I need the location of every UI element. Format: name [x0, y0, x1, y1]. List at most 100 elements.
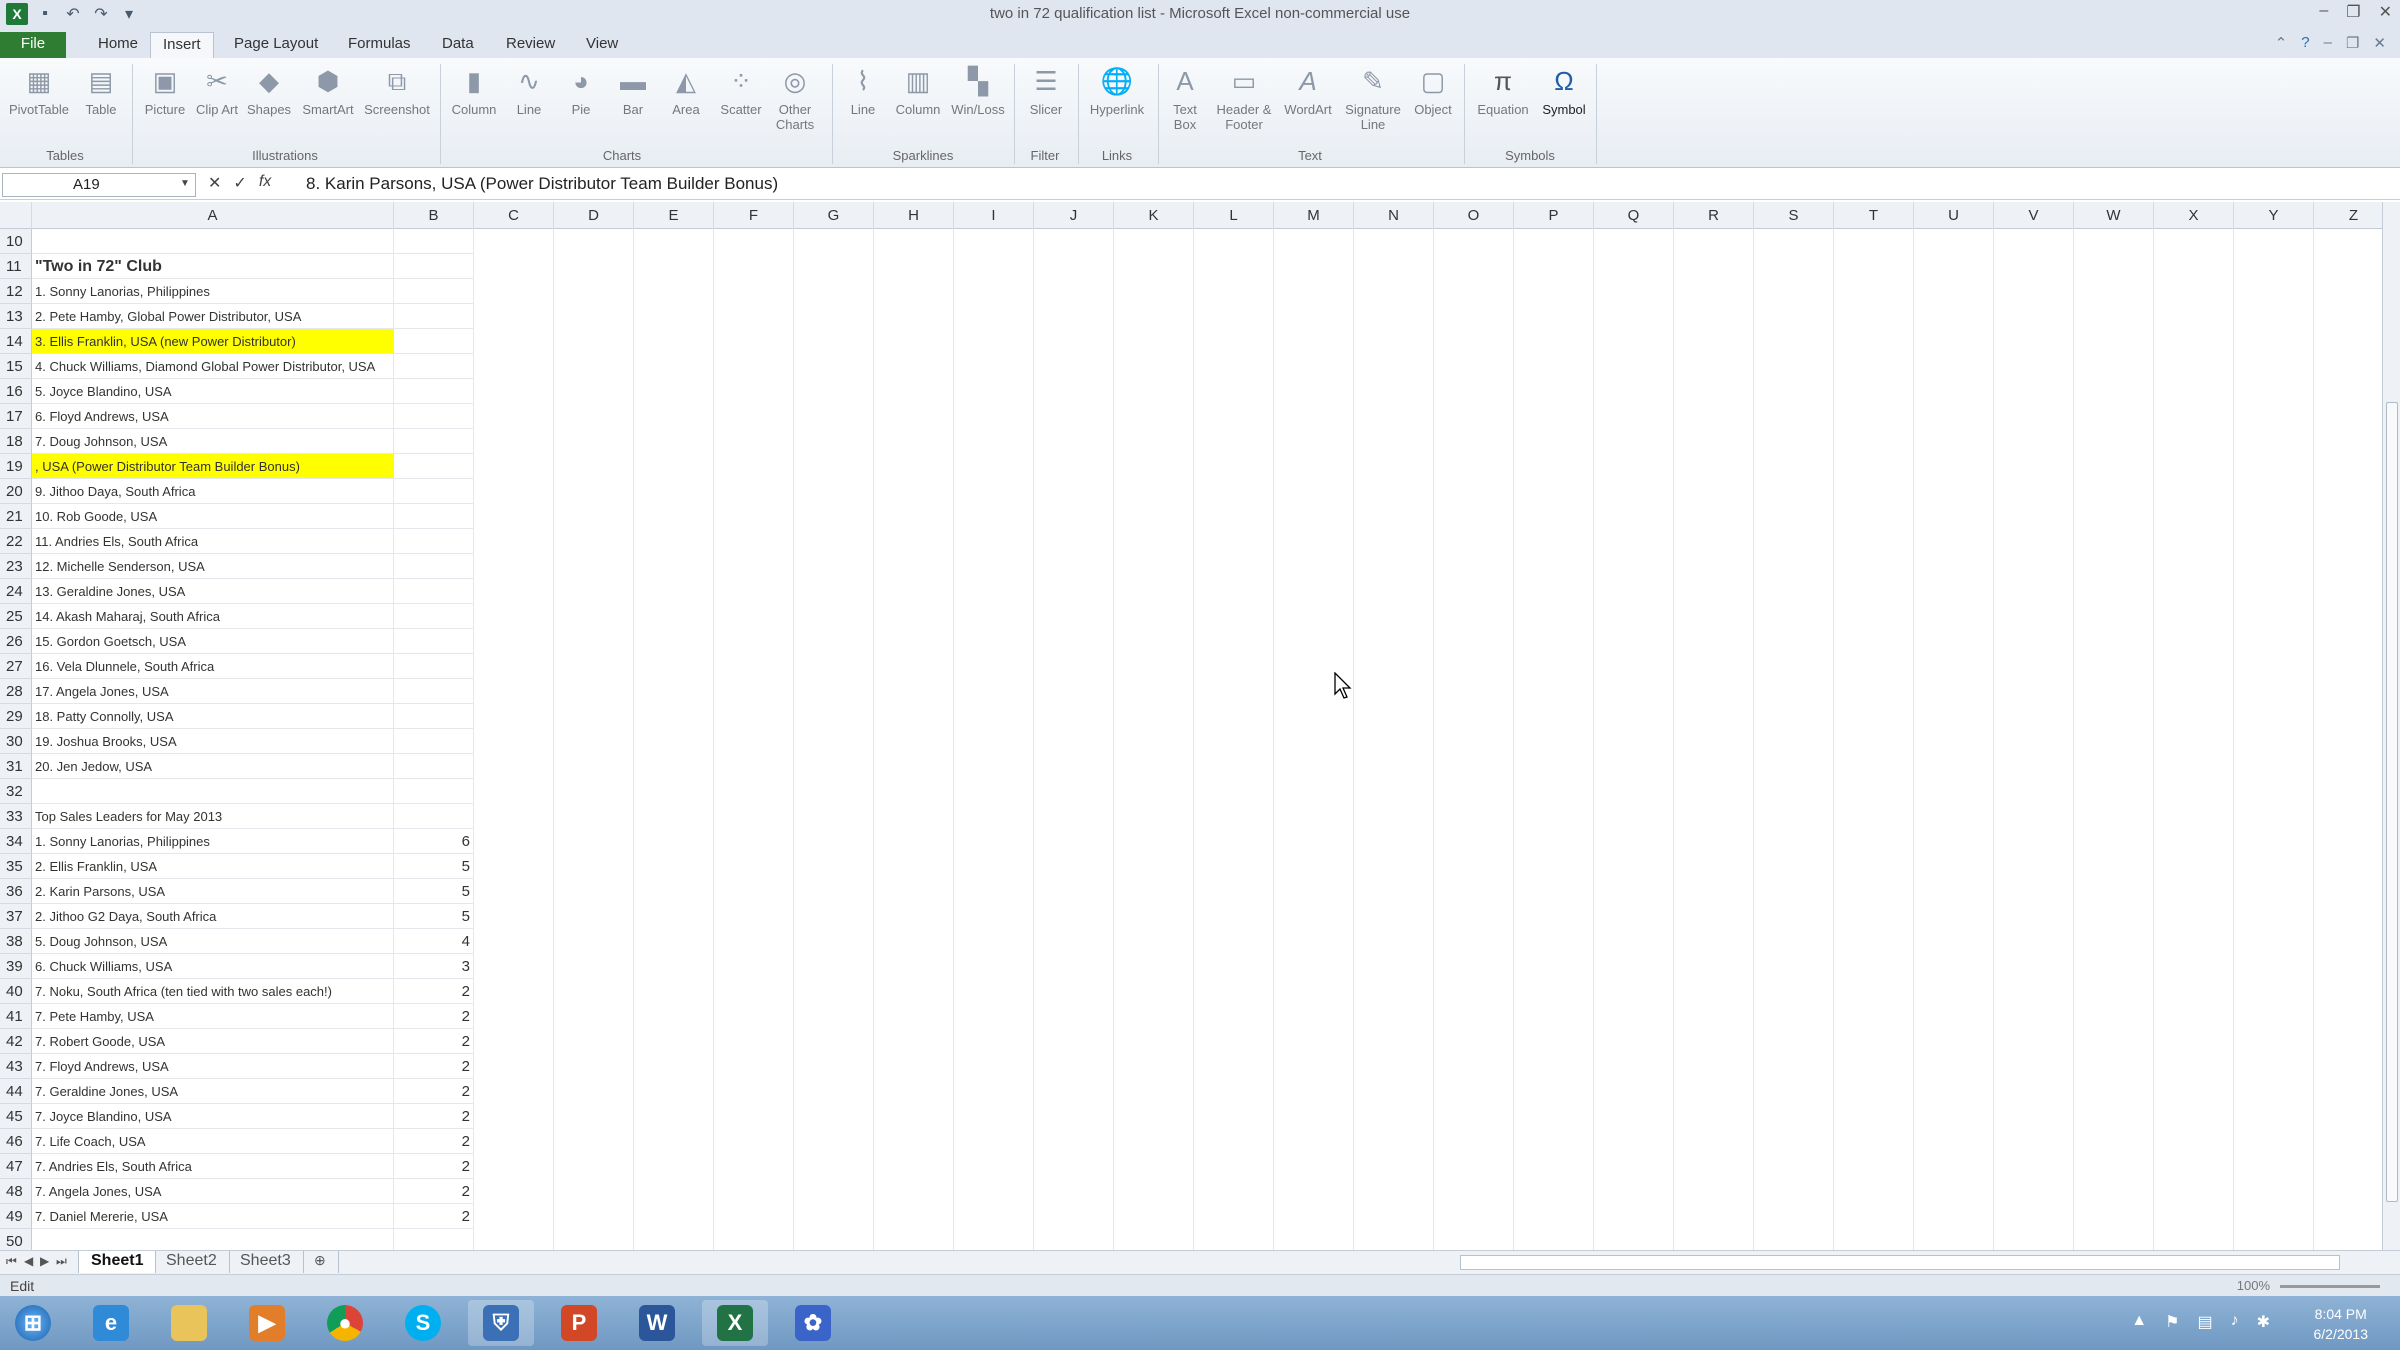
- column-header-l[interactable]: L: [1194, 202, 1274, 229]
- cell-a[interactable]: 13. Geraldine Jones, USA: [32, 579, 394, 604]
- cell-a[interactable]: 7. Angela Jones, USA: [32, 1179, 394, 1204]
- zoom-level[interactable]: 100%: [2237, 1278, 2270, 1293]
- cell-b[interactable]: 2: [394, 1029, 474, 1054]
- worksheet-grid[interactable]: ABCDEFGHIJKLMNOPQRSTUVWXYZ 10 11 "Two in 7…: [0, 202, 2382, 1250]
- cell-a[interactable]: 15. Gordon Goetsch, USA: [32, 629, 394, 654]
- taskbar-word[interactable]: W: [624, 1300, 690, 1346]
- column-chart-button[interactable]: ▮ Column: [446, 62, 502, 118]
- horizontal-scrollbar[interactable]: [1460, 1255, 2340, 1270]
- cell-b[interactable]: [394, 804, 474, 829]
- cell-b[interactable]: 5: [394, 854, 474, 879]
- cell-a[interactable]: 3. Ellis Franklin, USA (new Power Distri…: [32, 329, 394, 354]
- cell-a[interactable]: [32, 1229, 394, 1250]
- cell-a[interactable]: 1. Sonny Lanorias, Philippines: [32, 829, 394, 854]
- cell-b[interactable]: [394, 679, 474, 704]
- taskbar-explorer[interactable]: [156, 1300, 222, 1346]
- cell-a[interactable]: 7. Joyce Blandino, USA: [32, 1104, 394, 1129]
- taskbar-excel[interactable]: X: [702, 1300, 768, 1346]
- cell-b[interactable]: [394, 754, 474, 779]
- cell-a[interactable]: 10. Rob Goode, USA: [32, 504, 394, 529]
- row-header[interactable]: 38: [0, 929, 32, 954]
- tab-file[interactable]: File: [0, 32, 66, 58]
- column-header-k[interactable]: K: [1114, 202, 1194, 229]
- bluetooth-icon[interactable]: ✱: [2257, 1312, 2270, 1332]
- cell-a[interactable]: 2. Pete Hamby, Global Power Distributor,…: [32, 304, 394, 329]
- column-header-r[interactable]: R: [1674, 202, 1754, 229]
- column-header-m[interactable]: M: [1274, 202, 1354, 229]
- taskbar-skype[interactable]: S: [390, 1300, 456, 1346]
- cell-b[interactable]: 2: [394, 1154, 474, 1179]
- tab-insert[interactable]: Insert: [150, 32, 214, 58]
- column-header-w[interactable]: W: [2074, 202, 2154, 229]
- column-header-b[interactable]: B: [394, 202, 474, 229]
- taskbar-security[interactable]: ⛨: [468, 1300, 534, 1346]
- chevron-down-icon[interactable]: ▼: [180, 178, 190, 189]
- taskbar-media-player[interactable]: ▶: [234, 1300, 300, 1346]
- select-all-corner[interactable]: [0, 202, 32, 229]
- row-header[interactable]: 32: [0, 779, 32, 804]
- tab-formulas[interactable]: Formulas: [336, 32, 423, 58]
- volume-icon[interactable]: ♪: [2231, 1312, 2239, 1332]
- wordart-button[interactable]: A WordArt: [1280, 62, 1336, 118]
- row-header[interactable]: 28: [0, 679, 32, 704]
- column-header-x[interactable]: X: [2154, 202, 2234, 229]
- cell-b[interactable]: [394, 704, 474, 729]
- vertical-scroll-thumb[interactable]: [2386, 402, 2398, 1202]
- cell-b[interactable]: [394, 279, 474, 304]
- insert-sheet-icon[interactable]: ⊕: [302, 1251, 339, 1273]
- column-header-i[interactable]: I: [954, 202, 1034, 229]
- row-header[interactable]: 34: [0, 829, 32, 854]
- row-header[interactable]: 36: [0, 879, 32, 904]
- tab-view[interactable]: View: [574, 32, 630, 58]
- flag-icon[interactable]: ⚑: [2165, 1312, 2179, 1332]
- line-chart-button[interactable]: ∿ Line: [504, 62, 554, 118]
- prev-sheet-icon[interactable]: ◀: [24, 1254, 33, 1268]
- sparkline-winloss-button[interactable]: ▚ Win/Loss: [946, 62, 1010, 118]
- cell-b[interactable]: 2: [394, 1004, 474, 1029]
- row-header[interactable]: 40: [0, 979, 32, 1004]
- screenshot-button[interactable]: ⧉ Screenshot: [360, 62, 434, 118]
- cell-a[interactable]: 7. Life Coach, USA: [32, 1129, 394, 1154]
- cell-b[interactable]: 2: [394, 979, 474, 1004]
- column-header-y[interactable]: Y: [2234, 202, 2314, 229]
- row-header[interactable]: 45: [0, 1104, 32, 1129]
- clock[interactable]: 8:04 PM 6/2/2013: [2314, 1304, 2369, 1344]
- sparkline-column-button[interactable]: ▥ Column: [890, 62, 946, 118]
- start-button[interactable]: ⊞: [0, 1300, 66, 1346]
- cell-b[interactable]: [394, 504, 474, 529]
- pie-chart-button[interactable]: ◕ Pie: [556, 62, 606, 118]
- enter-icon[interactable]: ✓: [233, 173, 246, 193]
- cell-b[interactable]: [394, 779, 474, 804]
- row-header[interactable]: 37: [0, 904, 32, 929]
- column-header-j[interactable]: J: [1034, 202, 1114, 229]
- taskbar-powerpoint[interactable]: P: [546, 1300, 612, 1346]
- last-sheet-icon[interactable]: ⏭: [56, 1254, 67, 1269]
- cell-a[interactable]: 7. Doug Johnson, USA: [32, 429, 394, 454]
- row-header[interactable]: 16: [0, 379, 32, 404]
- column-header-g[interactable]: G: [794, 202, 874, 229]
- row-header[interactable]: 29: [0, 704, 32, 729]
- row-header[interactable]: 44: [0, 1079, 32, 1104]
- zoom-slider[interactable]: [2280, 1285, 2380, 1288]
- sparkline-line-button[interactable]: ⌇ Line: [838, 62, 888, 118]
- row-header[interactable]: 35: [0, 854, 32, 879]
- row-header[interactable]: 41: [0, 1004, 32, 1029]
- cell-b[interactable]: [394, 604, 474, 629]
- area-chart-button[interactable]: ◭ Area: [660, 62, 712, 118]
- cell-b[interactable]: 4: [394, 929, 474, 954]
- cell-a[interactable]: 1. Sonny Lanorias, Philippines: [32, 279, 394, 304]
- cell-a[interactable]: 2. Ellis Franklin, USA: [32, 854, 394, 879]
- row-header[interactable]: 11: [0, 254, 32, 279]
- cell-a[interactable]: 7. Pete Hamby, USA: [32, 1004, 394, 1029]
- cell-b[interactable]: 2: [394, 1054, 474, 1079]
- row-header[interactable]: 50: [0, 1229, 32, 1250]
- cell-b[interactable]: [394, 404, 474, 429]
- cell-b[interactable]: [394, 629, 474, 654]
- cell-a[interactable]: [32, 779, 394, 804]
- sheet-tab-sheet2[interactable]: Sheet2: [154, 1251, 230, 1273]
- cell-a[interactable]: , USA (Power Distributor Team Builder Bo…: [32, 454, 394, 479]
- row-header[interactable]: 48: [0, 1179, 32, 1204]
- column-header-s[interactable]: S: [1754, 202, 1834, 229]
- cell-b[interactable]: 2: [394, 1179, 474, 1204]
- cell-a[interactable]: 20. Jen Jedow, USA: [32, 754, 394, 779]
